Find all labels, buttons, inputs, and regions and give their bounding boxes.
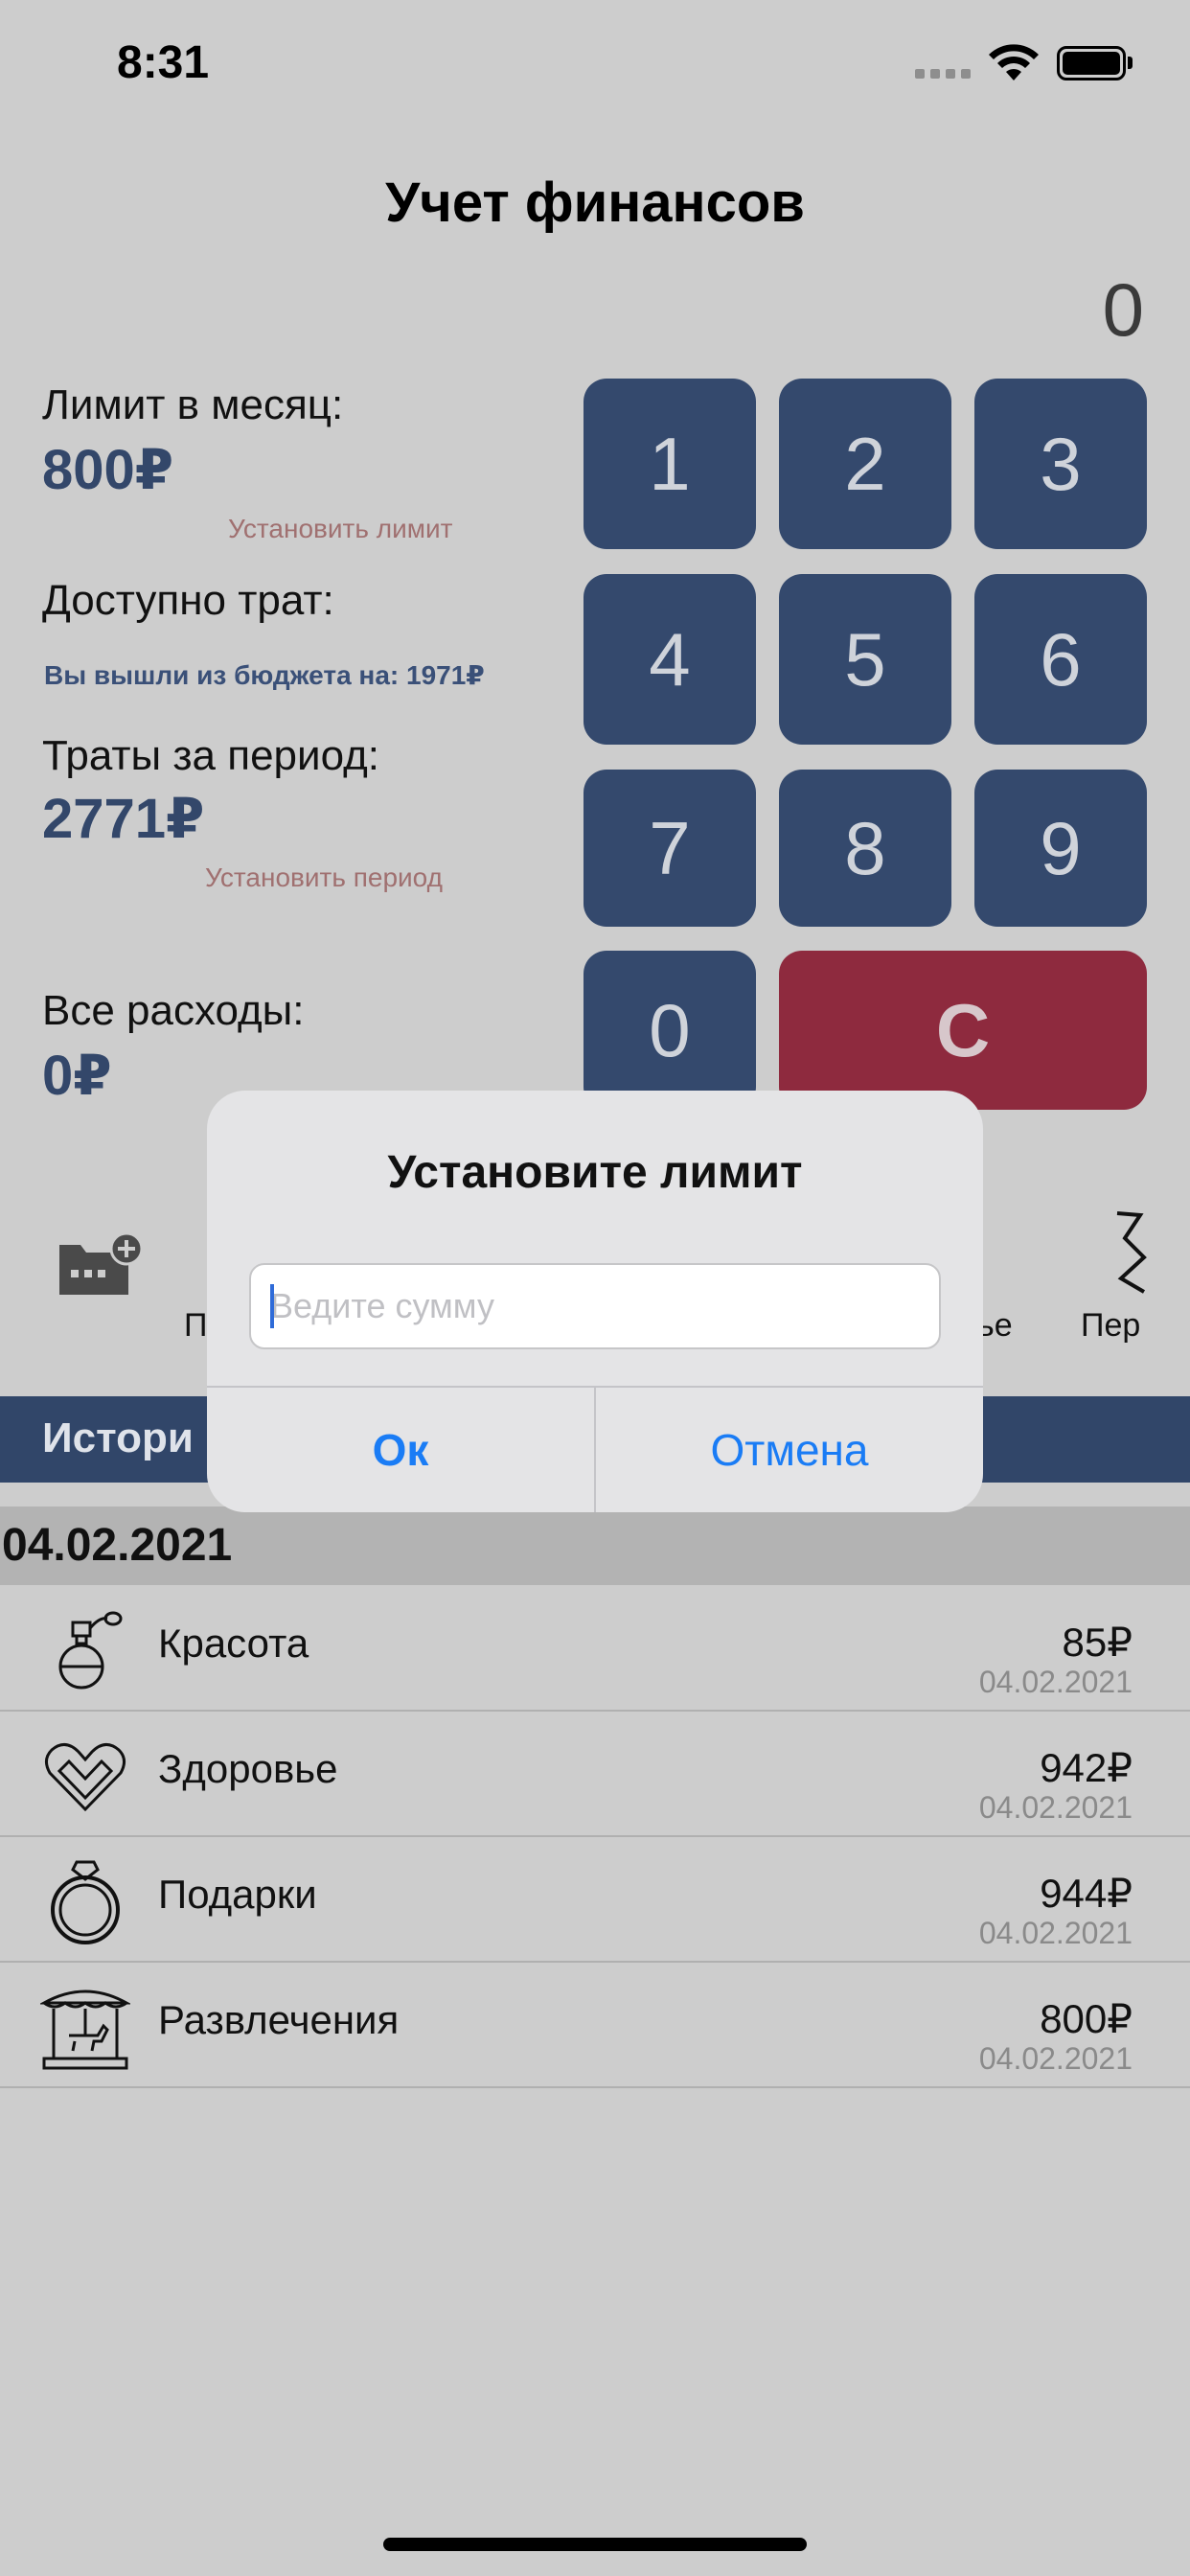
expense-amount: 800₽ xyxy=(1040,1996,1133,2041)
available-label: Доступно трат: xyxy=(42,577,334,624)
set-limit-link[interactable]: Установить лимит xyxy=(228,514,452,544)
category-label-partial-left[interactable]: П xyxy=(184,1307,207,1345)
wifi-icon xyxy=(989,44,1039,80)
date-section-title: 04.02.2021 xyxy=(2,1520,233,1571)
key-3[interactable]: 3 xyxy=(974,379,1147,549)
expense-date: 04.02.2021 xyxy=(978,1916,1133,1950)
limit-value: 800₽ xyxy=(42,439,174,501)
all-expenses-label: Все расходы: xyxy=(42,987,305,1034)
cancel-button[interactable]: Отмена xyxy=(596,1388,983,1512)
text-cursor xyxy=(270,1284,274,1328)
perfume-icon xyxy=(58,1611,123,1690)
expense-name: Развлечения xyxy=(158,1997,400,2042)
expense-amount: 944₽ xyxy=(1040,1871,1133,1916)
key-8[interactable]: 8 xyxy=(779,770,951,927)
expense-row[interactable]: Здоровье 942₽ 04.02.2021 xyxy=(0,1712,1190,1837)
key-1[interactable]: 1 xyxy=(584,379,756,549)
expense-date: 04.02.2021 xyxy=(978,1790,1133,1825)
expense-name: Красота xyxy=(158,1621,309,1666)
battery-icon xyxy=(1057,46,1126,80)
set-limit-alert: Установите лимит Ок Отмена xyxy=(207,1091,983,1512)
ok-button[interactable]: Ок xyxy=(207,1388,594,1512)
expense-amount: 942₽ xyxy=(1040,1745,1133,1790)
status-icons xyxy=(915,42,1145,80)
status-time: 8:31 xyxy=(117,37,210,88)
key-7[interactable]: 7 xyxy=(584,770,756,927)
expense-date: 04.02.2021 xyxy=(978,1665,1133,1699)
budget-warning: Вы вышли из бюджета на: 1971₽ xyxy=(44,660,485,690)
limit-amount-input[interactable] xyxy=(249,1263,941,1349)
cellular-signal-icon xyxy=(915,69,971,79)
all-expenses-value: 0₽ xyxy=(42,1045,112,1107)
ring-icon xyxy=(51,1860,120,1944)
expense-name: Здоровье xyxy=(158,1746,338,1791)
history-title: Истори xyxy=(42,1414,194,1461)
carousel-icon xyxy=(40,1990,130,2070)
key-2[interactable]: 2 xyxy=(779,379,951,549)
category-label-partial-right-2[interactable]: Пер xyxy=(1081,1307,1140,1345)
expense-row[interactable]: Красота 85₽ 04.02.2021 xyxy=(0,1586,1190,1712)
key-9[interactable]: 9 xyxy=(974,770,1147,927)
key-4[interactable]: 4 xyxy=(584,574,756,745)
key-6[interactable]: 6 xyxy=(974,574,1147,745)
input-display: 0 xyxy=(1102,267,1144,352)
key-5[interactable]: 5 xyxy=(779,574,951,745)
set-period-link[interactable]: Установить период xyxy=(205,862,443,893)
expense-row[interactable]: Развлечения 800₽ 04.02.2021 xyxy=(0,1963,1190,2088)
expense-row[interactable]: Подарки 944₽ 04.02.2021 xyxy=(0,1837,1190,1963)
period-label: Траты за период: xyxy=(42,732,379,779)
clear-button[interactable]: C xyxy=(779,951,1147,1110)
key-0[interactable]: 0 xyxy=(584,951,756,1110)
expense-amount: 85₽ xyxy=(1062,1620,1133,1665)
expense-date: 04.02.2021 xyxy=(978,2041,1133,2076)
alert-title: Установите лимит xyxy=(387,1147,803,1198)
period-value: 2771₽ xyxy=(42,788,205,850)
travel-category-icon[interactable] xyxy=(1102,1209,1190,1296)
add-category-icon[interactable] xyxy=(57,1231,146,1299)
expense-name: Подарки xyxy=(158,1872,317,1917)
heart-icon xyxy=(45,1743,126,1812)
page-title: Учет финансов xyxy=(385,172,805,234)
home-indicator[interactable] xyxy=(383,2538,807,2551)
limit-label: Лимит в месяц: xyxy=(42,381,344,428)
